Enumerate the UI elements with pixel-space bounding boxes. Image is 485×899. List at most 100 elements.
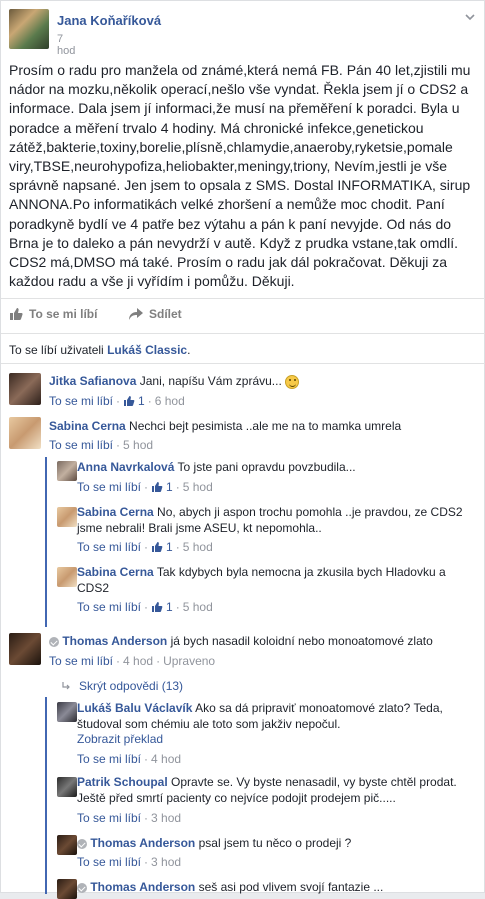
commenter-name[interactable]: Sabina Cerna xyxy=(77,565,154,579)
commenter-name[interactable]: Thomas Anderson xyxy=(62,634,167,648)
separator: · xyxy=(175,540,180,554)
commenter-name[interactable]: Thomas Anderson xyxy=(90,880,195,894)
author-avatar[interactable] xyxy=(9,9,49,49)
reply-thread-bar xyxy=(45,697,47,894)
comment-like-button[interactable]: To se mi líbí xyxy=(49,394,113,408)
thumbs-up-icon xyxy=(124,396,135,406)
verified-icon xyxy=(77,838,87,849)
thumbs-up-icon xyxy=(152,602,163,612)
reply-thread-bar xyxy=(45,457,47,627)
hide-replies-button[interactable]: Skrýt odpovědi (13) xyxy=(61,679,183,693)
avatar[interactable] xyxy=(9,417,41,449)
comment-like-button[interactable]: To se mi líbí xyxy=(49,438,113,452)
reply-body: Anna Navrkalová To jste pani opravdu pov… xyxy=(77,459,477,475)
smile-emoji-icon xyxy=(285,374,300,389)
comment-time[interactable]: 5 hod xyxy=(183,480,213,494)
commenter-name[interactable]: Sabina Cerna xyxy=(49,419,126,433)
avatar[interactable] xyxy=(57,461,77,481)
comment-like-button[interactable]: To se mi líbí xyxy=(77,600,141,614)
separator: · xyxy=(156,654,161,668)
reply-arrow-icon xyxy=(62,682,70,690)
comment-like-button[interactable]: To se mi líbí xyxy=(77,855,141,869)
divider xyxy=(1,298,485,299)
avatar[interactable] xyxy=(57,835,77,855)
commenter-name[interactable]: Patrik Schoupal xyxy=(77,775,168,789)
like-button[interactable]: To se mi líbí xyxy=(9,307,97,321)
comment-text: já bych nasadil koloidní nebo monoatomov… xyxy=(170,634,433,648)
comment-meta: To se mi líbí · 1 · 5 hod xyxy=(77,600,213,614)
post-text: Prosím o radu pro manžela od známé,která… xyxy=(9,62,471,290)
likes-prefix: To se líbí uživateli xyxy=(9,343,104,357)
post-card: Jana Koňaříková 7 hod Prosím o radu pro … xyxy=(0,0,485,899)
separator: · xyxy=(116,438,121,452)
comment-like-button[interactable]: To se mi líbí xyxy=(49,654,113,668)
comment-time[interactable]: 3 hod xyxy=(151,855,181,869)
comment-time[interactable]: 6 hod xyxy=(155,394,185,408)
commenter-name[interactable]: Anna Navrkalová xyxy=(77,460,174,474)
comment-time[interactable]: 4 hod xyxy=(123,654,153,668)
comment-meta: To se mi líbí · 1 · 5 hod xyxy=(77,540,213,554)
comment-body: Sabina Cerna Nechci bejt pesimista ..ale… xyxy=(49,418,469,434)
divider xyxy=(1,363,485,364)
comment-like-count[interactable]: 1 xyxy=(166,600,173,614)
divider xyxy=(1,333,485,334)
comment-like-count[interactable]: 1 xyxy=(166,480,173,494)
reply-body: Patrik Schoupal Opravte se. Vy byste nen… xyxy=(77,774,477,806)
edited-label[interactable]: Upraveno xyxy=(163,654,215,668)
avatar[interactable] xyxy=(57,879,77,899)
commenter-name[interactable]: Sabina Cerna xyxy=(77,505,154,519)
thumbs-up-icon xyxy=(152,482,163,492)
post-timestamp[interactable]: 7 hod xyxy=(57,33,75,57)
share-label: Sdílet xyxy=(149,307,182,321)
post-author[interactable]: Jana Koňaříková xyxy=(57,13,161,28)
comment-text: To jste pani opravdu povzbudila... xyxy=(177,460,356,474)
comment-like-button[interactable]: To se mi líbí xyxy=(77,811,141,825)
comment-time[interactable]: 4 hod xyxy=(151,752,181,766)
reply-body: Thomas Anderson psal jsem tu něco o prod… xyxy=(77,835,477,851)
comment-meta: To se mi líbí · 3 hod xyxy=(77,811,181,825)
comment-like-count[interactable]: 1 xyxy=(166,540,173,554)
separator: · xyxy=(144,480,149,494)
comment-time[interactable]: 5 hod xyxy=(183,600,213,614)
comment-body: Jitka Safianova Jani, napíšu Vám zprávu.… xyxy=(49,373,469,389)
comment-like-count[interactable]: 1 xyxy=(138,394,145,408)
separator: · xyxy=(144,540,149,554)
comment-body: Thomas Anderson já bych nasadil koloidní… xyxy=(49,633,479,649)
separator: · xyxy=(144,752,149,766)
liker-link[interactable]: Lukáš Classic xyxy=(107,343,187,357)
commenter-name[interactable]: Thomas Anderson xyxy=(90,836,195,850)
separator: · xyxy=(116,654,121,668)
comment-like-button[interactable]: To se mi líbí xyxy=(77,480,141,494)
commenter-name[interactable]: Jitka Safianova xyxy=(49,374,136,388)
comment-like-button[interactable]: To se mi líbí xyxy=(77,752,141,766)
comment-time[interactable]: 3 hod xyxy=(151,811,181,825)
avatar[interactable] xyxy=(57,702,77,722)
comment-text: Jani, napíšu Vám zprávu... xyxy=(139,374,282,388)
likes-summary: To se líbí uživateli Lukáš Classic. xyxy=(9,343,190,357)
comment-meta: To se mi líbí · 3 hod xyxy=(77,855,181,869)
chevron-down-icon[interactable] xyxy=(464,11,476,23)
avatar[interactable] xyxy=(9,373,41,405)
comment-time[interactable]: 5 hod xyxy=(123,438,153,452)
verified-icon xyxy=(77,882,87,893)
like-label: To se mi líbí xyxy=(29,307,98,321)
share-button[interactable]: Sdílet xyxy=(129,307,182,321)
separator: · xyxy=(144,855,149,869)
hide-replies-label: Skrýt odpovědi (13) xyxy=(79,679,184,693)
translate-link-row: Zobrazit překlad xyxy=(77,732,163,746)
separator: · xyxy=(144,600,149,614)
see-translation-link[interactable]: Zobrazit překlad xyxy=(77,732,163,746)
comment-time[interactable]: 5 hod xyxy=(183,540,213,554)
avatar[interactable] xyxy=(57,777,77,797)
avatar[interactable] xyxy=(9,633,41,665)
commenter-name[interactable]: Lukáš Balu Václavík xyxy=(77,701,192,715)
comment-text: seš asi pod vlivem svojí fantazie ... xyxy=(198,880,384,894)
comment-like-button[interactable]: To se mi líbí xyxy=(77,540,141,554)
avatar[interactable] xyxy=(57,507,77,527)
thumbs-up-icon xyxy=(152,542,163,552)
comment-meta: To se mi líbí · 1 · 6 hod xyxy=(49,394,185,408)
separator: · xyxy=(116,394,121,408)
comment-text: psal jsem tu něco o prodeji ? xyxy=(198,836,352,850)
avatar[interactable] xyxy=(57,567,77,587)
post-actions: To se mi líbí Sdílet xyxy=(9,307,479,325)
